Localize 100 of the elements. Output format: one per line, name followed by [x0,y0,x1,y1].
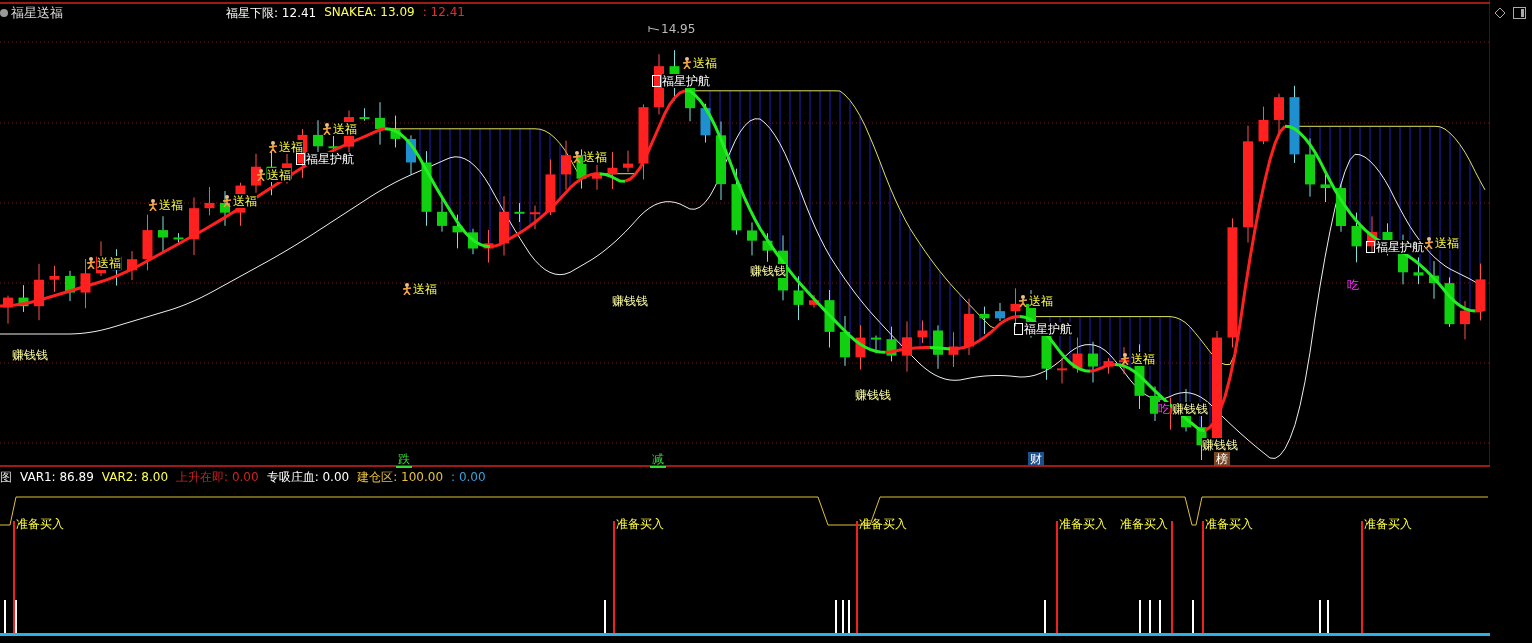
candlestick [948,331,959,368]
candlestick [499,195,509,256]
runner-icon [256,169,266,181]
gift-label: 送福 [1029,294,1053,308]
candlestick [1336,183,1346,233]
eat-label: 吃 [1347,278,1359,292]
candlestick [34,263,44,321]
candlestick [1351,212,1362,263]
candlestick [1444,276,1455,328]
escort-label: 福星护航 [662,74,710,88]
candlestick [158,215,168,253]
runner-icon [1018,295,1028,307]
indicator-value: 福星下限: 12.41 [226,4,317,22]
price-label: 14.95 [661,22,696,36]
earn-label: 赚钱钱 [612,294,648,308]
candlestick [1119,346,1129,375]
candlestick [607,151,618,190]
candlestick [747,221,757,256]
candlestick [995,302,1005,322]
indicator-value: 建仓区: 100.00 [357,468,444,486]
buy-signal-label: 准备买入 [1205,517,1253,531]
candlestick [204,186,215,216]
candlestick [3,295,13,325]
candlestick [902,320,912,373]
event-tag: 跌 [396,452,412,468]
gift-label: 送福 [267,168,291,182]
event-tag: 财 [1028,452,1044,466]
earn-label: 赚钱钱 [750,264,786,278]
escort-label: 福星护航 [306,152,354,166]
buy-signal-label: 准备买入 [16,517,64,531]
candlestick [1150,385,1160,422]
indicator-value: VAR2: 8.00 [101,470,169,484]
candlestick [1305,137,1315,198]
candlestick [18,284,29,313]
indicator-value: : 0.00 [451,470,486,484]
runner-icon [222,195,232,207]
indicator-value: 专吸庄血: 0.00 [266,468,350,486]
gift-label: 送福 [1435,236,1459,250]
candlestick [623,150,633,173]
gift-label: 送福 [233,194,257,208]
candlestick [173,232,184,244]
buy-signal-label: 准备买入 [1364,517,1412,531]
earn-label: 赚钱钱 [1202,438,1238,452]
indicator-value: SNAKEA: 13.09 [324,4,415,21]
square-icon [296,153,305,165]
event-tag: 减 [650,452,666,468]
candlestick [65,270,75,302]
candlestick [855,324,866,370]
candlestick [979,306,990,335]
gift-label: 送福 [693,56,717,70]
diamond-icon[interactable] [1494,7,1506,19]
runner-icon [86,257,96,269]
candlestick [1413,256,1424,285]
square-icon [1014,323,1023,335]
candlestick [49,265,60,293]
buy-signal-label: 准备买入 [616,517,664,531]
chart-title: 福星送福 [11,4,63,22]
indicator-value: : 12.41 [422,4,465,21]
gift-label: 送福 [97,256,121,270]
candlestick [1475,263,1486,321]
earn-label: 赚钱钱 [1172,402,1208,416]
candlestick [917,319,928,344]
candlestick [359,107,370,122]
candlestick [793,275,804,321]
candlestick [1057,357,1067,384]
circle-icon [0,9,8,17]
arrow-icon [648,25,660,33]
candlestick [251,153,261,194]
candlestick [1010,287,1021,327]
candlestick [1320,172,1331,203]
event-tag: 榜 [1214,452,1230,466]
candlestick [1367,215,1377,253]
candlestick [1103,357,1114,375]
candlestick [390,115,401,148]
runner-icon [148,199,158,211]
candlestick [514,202,525,223]
runner-icon [1424,237,1434,249]
runner-icon [572,151,582,163]
runner-icon [402,283,412,295]
eat-label: 吃 [1158,402,1170,416]
candlestick [731,168,742,236]
runner-icon [268,141,278,153]
candlestick [964,298,974,356]
candlestick [809,294,819,309]
square-icon [1366,241,1375,253]
candlestick [762,232,773,263]
indicator-value: 图 [0,468,12,486]
candlestick [452,214,463,249]
gift-label: 送福 [279,140,303,154]
candlestick [654,53,664,115]
panel-toggle-icon[interactable] [1513,7,1526,19]
candlestick [1429,260,1439,300]
candlestick [220,190,230,227]
candlestick [142,214,153,271]
candlestick [1258,106,1269,145]
indicator-value: VAR1: 86.89 [20,470,94,484]
candlestick [189,196,199,256]
runner-icon [322,123,332,135]
earn-label: 赚钱钱 [855,388,891,402]
candlestick [406,134,416,176]
